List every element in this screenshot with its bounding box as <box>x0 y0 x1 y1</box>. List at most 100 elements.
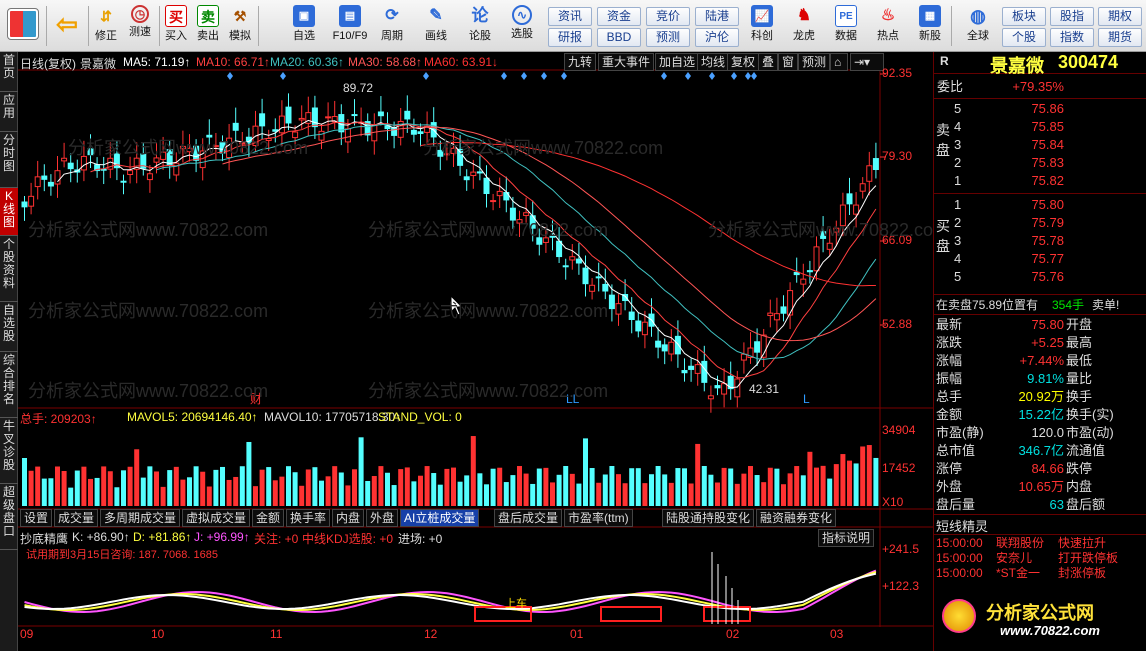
candle-body <box>780 306 787 314</box>
buy-order-row[interactable]: 1 75.80 <box>934 196 1146 214</box>
short-elf-row[interactable]: 15:00:00 安奈儿 打开跌停板 <box>934 551 1146 566</box>
small-button-13[interactable]: 期货 <box>1098 28 1142 47</box>
chart-btn-window[interactable]: 窗 <box>778 53 799 71</box>
toolbar-button-8[interactable]: ✎ 画线 <box>420 3 452 49</box>
toolbar-button-1[interactable]: ◷ 测速 <box>124 3 156 49</box>
chart-btn-adjust[interactable]: 复权 <box>727 53 760 71</box>
toolbar-button-16[interactable]: ◍ 全球 <box>958 3 998 49</box>
small-button-5[interactable]: BBD <box>597 28 641 47</box>
small-button-7[interactable]: 沪伦 <box>695 28 739 47</box>
tab-home[interactable]: 首页 <box>0 52 18 92</box>
toolbar-button-9[interactable]: 论 论股 <box>464 3 496 49</box>
buy-order-row[interactable]: 5 75.76 <box>934 268 1146 286</box>
toolbar-button-11[interactable]: 📈 科创 <box>746 3 778 49</box>
indicator-tab[interactable]: AI立桩成交量 <box>400 509 480 527</box>
indicator-tab[interactable]: 设置 <box>20 509 53 527</box>
volume-bar <box>675 468 681 506</box>
indicator-tab[interactable]: 换手率 <box>286 509 331 527</box>
small-button-3[interactable]: 陆港 <box>695 7 739 26</box>
sell-order-row[interactable]: 3 75.84 <box>934 136 1146 154</box>
indicator-tab[interactable]: 内盘 <box>332 509 365 527</box>
toolbar-button-12[interactable]: ♞ 龙虎 <box>788 3 820 49</box>
sell-order-row[interactable]: 5 75.86 <box>934 100 1146 118</box>
toolbar-button-3[interactable]: 卖 卖出 <box>192 3 224 49</box>
indicator-tab[interactable]: 盘后成交量 <box>494 509 563 527</box>
candle-body <box>701 360 708 383</box>
volume-bar <box>55 466 60 506</box>
toolbar-button-7[interactable]: ⟳ 周期 <box>376 3 408 49</box>
candle-body <box>674 335 681 355</box>
toolbar-button-0[interactable]: ⇵ 修正 <box>90 3 122 49</box>
tab-kline[interactable]: K线图 <box>0 188 18 236</box>
indicator-tab[interactable]: 外盘 <box>366 509 399 527</box>
toolbar-button-6[interactable]: ▤ F10/F9 <box>330 3 370 49</box>
chart-btn-add-watch[interactable]: 加自选 <box>655 53 700 71</box>
car-label: 上车 <box>505 598 527 610</box>
short-elf-row[interactable]: 15:00:00 联翔股份 快速拉升 <box>934 536 1146 551</box>
app-grid-icon[interactable] <box>3 3 43 49</box>
sell-order-row[interactable]: 4 75.85 <box>934 118 1146 136</box>
chart-area[interactable]: 日线(复权) 景嘉微 MA5: 71.19↑ MA10: 66.71↑ MA20… <box>18 52 948 651</box>
event-mark-l[interactable]: L <box>803 392 810 406</box>
kdj-line <box>24 571 877 612</box>
chart-btn-ma[interactable]: 均线 <box>697 53 730 71</box>
volume-bar <box>418 475 423 506</box>
toolbar-button-2[interactable]: 买 买入 <box>160 3 192 49</box>
small-button-2[interactable]: 竞价 <box>646 7 690 26</box>
small-button-1[interactable]: 资金 <box>597 7 641 26</box>
buy-order-row[interactable]: 2 75.79 <box>934 214 1146 232</box>
sell-order-row[interactable]: 1 75.82 <box>934 172 1146 190</box>
short-elf-title[interactable]: 短线精灵 <box>936 516 988 535</box>
tab-apps[interactable]: 应用 <box>0 92 18 132</box>
pin-icon[interactable]: ⇥▾ <box>850 53 884 71</box>
candle-body <box>391 127 398 136</box>
kdj-j: J: +96.99↑ <box>194 530 250 544</box>
indicator-help-button[interactable]: 指标说明 <box>818 529 875 547</box>
toolbar-button-14[interactable]: ♨ 热点 <box>872 3 904 49</box>
back-button[interactable]: ⇦ <box>50 3 84 49</box>
volume-bar <box>609 466 615 506</box>
small-button-0[interactable]: 资讯 <box>548 7 592 26</box>
tab-super-panel[interactable]: 超级盘口 <box>0 484 18 550</box>
indicator-tab[interactable]: 市盈率(ttm) <box>564 509 633 527</box>
candle-body <box>608 294 615 310</box>
chart-btn-forecast[interactable]: 预测 <box>798 53 831 71</box>
candle-body <box>67 162 74 170</box>
chart-btn-overlay[interactable]: 叠 <box>758 53 779 71</box>
indicator-tab[interactable]: 金额 <box>252 509 285 527</box>
small-button-4[interactable]: 研报 <box>548 28 592 47</box>
small-button-8[interactable]: 板块 <box>1002 7 1046 26</box>
toolbar-button-15[interactable]: ▦ 新股 <box>914 3 946 49</box>
tab-diagnosis[interactable]: 牛叉诊股 <box>0 418 18 484</box>
buy-order-row[interactable]: 3 75.78 <box>934 232 1146 250</box>
buy-order-row[interactable]: 4 75.77 <box>934 250 1146 268</box>
indicator-tab[interactable]: 多周期成交量 <box>100 509 181 527</box>
toolbar-button-13[interactable]: PE 数据 <box>830 3 862 49</box>
chart-btn-events[interactable]: 重大事件 <box>598 53 655 71</box>
indicator-tab[interactable]: 虚拟成交量 <box>182 509 251 527</box>
tab-watchlist[interactable]: 自选股 <box>0 302 18 352</box>
sell-order-row[interactable]: 2 75.83 <box>934 154 1146 172</box>
tab-stock-profile[interactable]: 个股资料 <box>0 236 18 302</box>
small-button-10[interactable]: 期权 <box>1098 7 1142 26</box>
indicator-tab[interactable]: 融资融券变化 <box>756 509 837 527</box>
chart-btn-jiuzhuan[interactable]: 九转 <box>564 53 597 71</box>
toolbar-button-5[interactable]: ▣ 自选 <box>288 3 320 49</box>
small-button-6[interactable]: 预测 <box>646 28 690 47</box>
indicator-tab[interactable]: 成交量 <box>54 509 99 527</box>
candle-body <box>872 158 879 171</box>
small-button-9[interactable]: 股指 <box>1050 7 1094 26</box>
small-button-12[interactable]: 指数 <box>1050 28 1094 47</box>
volume-bar <box>642 483 648 506</box>
tab-ranking[interactable]: 综合排名 <box>0 352 18 418</box>
volume-bar <box>695 443 701 506</box>
indicator-tab[interactable]: 陆股通持股变化 <box>662 509 755 527</box>
toolbar-button-10[interactable]: ∿ 选股 <box>506 3 538 49</box>
small-button-11[interactable]: 个股 <box>1002 28 1046 47</box>
lock-icon[interactable]: ⌂ <box>830 53 848 71</box>
tab-timeshare[interactable]: 分时图 <box>0 132 18 188</box>
buy-icon: 买 <box>165 5 187 27</box>
toolbar-button-4[interactable]: ⚒ 模拟 <box>224 3 256 49</box>
candle-body <box>800 278 807 285</box>
short-elf-row[interactable]: 15:00:00 *ST金一 封涨停板 <box>934 566 1146 581</box>
